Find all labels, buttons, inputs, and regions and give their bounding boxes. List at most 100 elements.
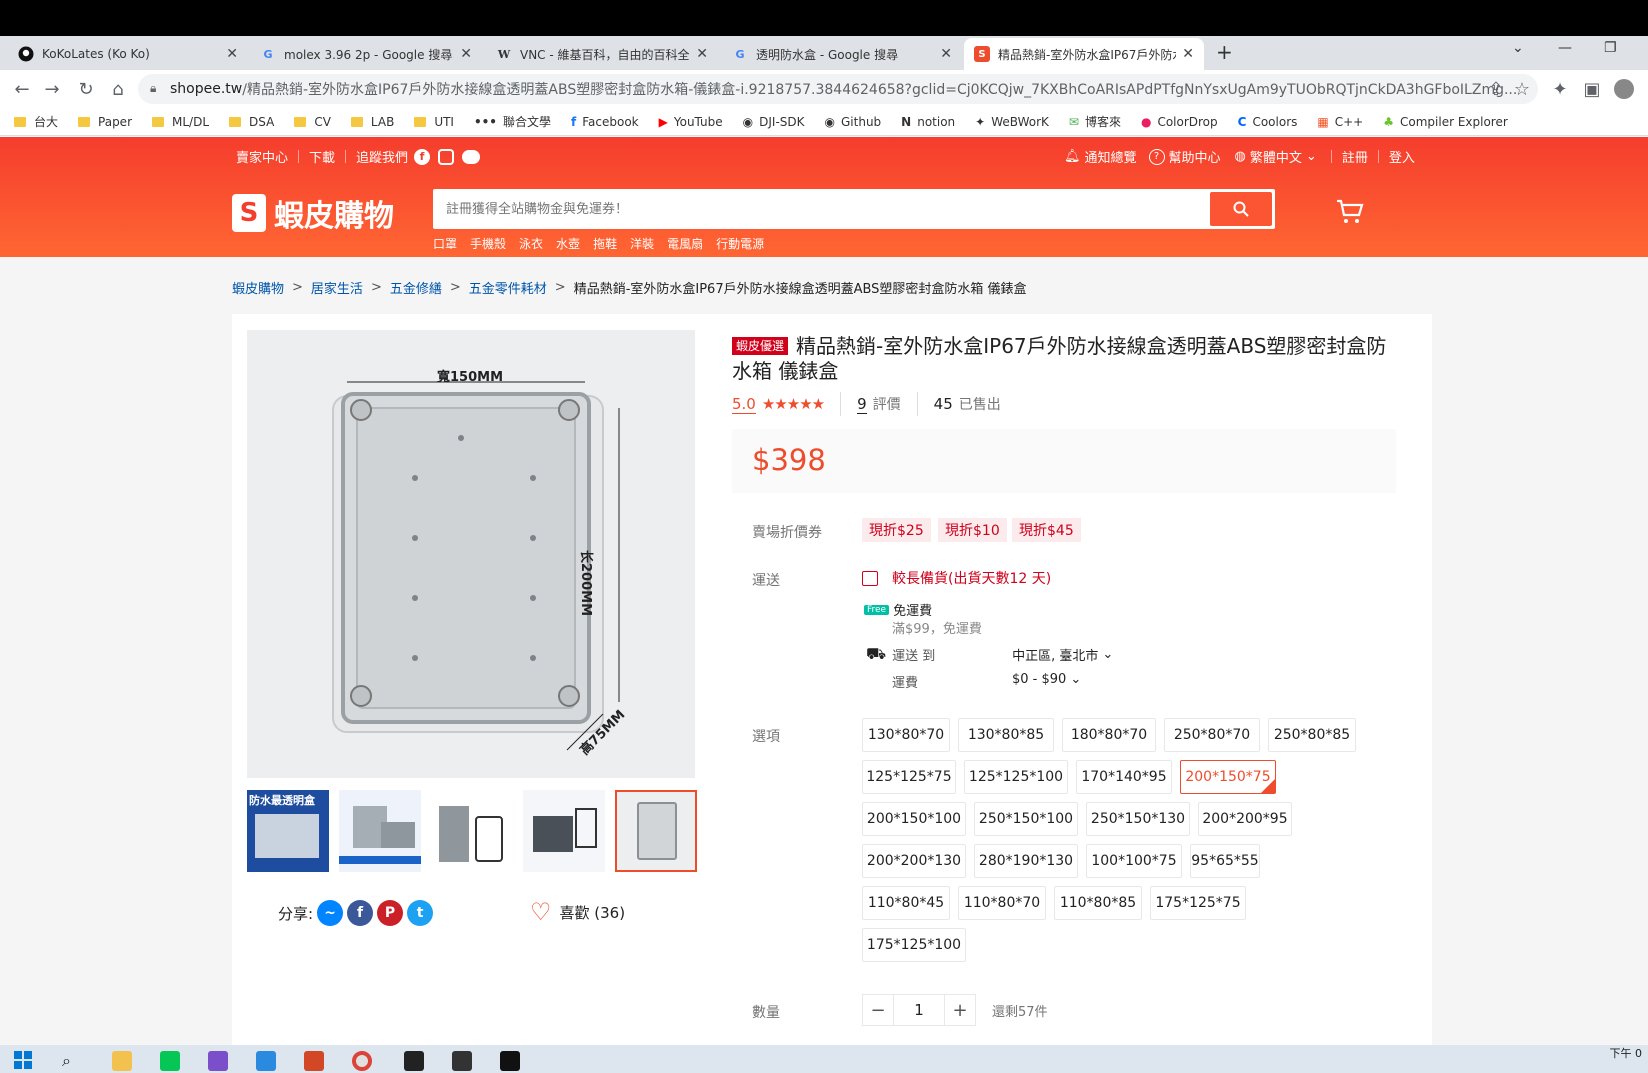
register-link[interactable]: 註冊 — [1342, 147, 1368, 166]
option-chip[interactable]: 180*80*70 — [1062, 718, 1156, 752]
tab-search-icon[interactable]: ⌄ — [1512, 40, 1524, 56]
thumbnail-selected[interactable] — [615, 790, 697, 872]
pycharm-icon[interactable] — [404, 1051, 424, 1071]
bookmark-link[interactable]: ♣ Compiler Explorer — [1383, 115, 1508, 129]
increment-button[interactable]: + — [944, 994, 976, 1026]
close-icon[interactable]: ✕ — [226, 46, 238, 62]
option-chip[interactable]: 95*65*55 — [1190, 844, 1260, 878]
new-tab-button[interactable]: + — [1216, 40, 1233, 64]
visual-studio-icon[interactable] — [208, 1051, 228, 1071]
option-chip[interactable]: 130*80*70 — [862, 718, 950, 752]
option-chip[interactable]: 100*100*75 — [1086, 844, 1182, 878]
tab-google-molex[interactable]: G molex 3.96 2p - Google 搜尋 ✕ — [250, 38, 482, 70]
hot-keyword-link[interactable]: 水壺 — [556, 235, 580, 252]
facebook-icon[interactable]: f — [347, 900, 374, 926]
option-chip[interactable]: 200*200*95 — [1198, 802, 1292, 836]
shopee-logo[interactable]: S 蝦皮購物 — [232, 191, 394, 235]
bookmark-link[interactable]: C Coolors — [1238, 115, 1298, 129]
vscode-icon[interactable] — [256, 1051, 276, 1071]
bookmark-folder[interactable]: ML/DL — [152, 115, 209, 129]
quantity-input[interactable]: 1 — [894, 994, 944, 1026]
tab-github[interactable]: KoKoLates (Ko Ko) ✕ — [8, 38, 248, 70]
close-icon[interactable]: ✕ — [696, 46, 708, 62]
bookmark-link[interactable]: ▶ YouTube — [659, 115, 723, 129]
url-bar[interactable]: 🔒︎ shopee.tw/精品熱銷-室外防水盒IP67戶外防水接線盒透明蓋ABS… — [138, 74, 1538, 104]
messenger-icon[interactable]: ~ — [317, 900, 344, 926]
pinterest-icon[interactable]: P — [377, 900, 404, 926]
download-link[interactable]: 下載 — [309, 147, 335, 166]
option-chip[interactable]: 175*125*100 — [862, 928, 966, 962]
bookmark-folder[interactable]: 台大 — [14, 113, 58, 130]
option-chip[interactable]: 170*140*95 — [1076, 760, 1172, 794]
option-chip[interactable]: 130*80*85 — [958, 718, 1054, 752]
option-chip[interactable]: 250*80*70 — [1164, 718, 1260, 752]
search-input[interactable] — [436, 192, 1196, 226]
side-panel-icon[interactable]: ▣ — [1580, 77, 1604, 101]
voucher-chip[interactable]: 現折$45 — [1012, 518, 1081, 542]
option-chip[interactable]: 250*80*85 — [1268, 718, 1356, 752]
terminal-icon[interactable] — [500, 1051, 520, 1071]
tab-google-box[interactable]: G 透明防水盒 - Google 搜尋 ✕ — [722, 38, 962, 70]
tab-wikipedia[interactable]: W VNC - 維基百科，自由的百科全書 ✕ — [486, 38, 718, 70]
hot-keyword-link[interactable]: 口罩 — [433, 235, 457, 252]
option-chip[interactable]: 280*190*130 — [974, 844, 1078, 878]
thumbnail[interactable] — [523, 790, 605, 872]
option-chip[interactable]: 125*125*75 — [862, 760, 956, 794]
search-icon[interactable]: ⌕ — [62, 1051, 82, 1071]
line-icon[interactable] — [462, 149, 481, 164]
bookmark-link[interactable]: ● ColorDrop — [1141, 115, 1218, 129]
bookmark-folder[interactable]: LAB — [350, 115, 394, 129]
search-button[interactable] — [1210, 192, 1272, 226]
breadcrumb-leaf-category[interactable]: 五金零件耗材 — [469, 278, 547, 297]
restore-icon[interactable]: ❐ — [1604, 40, 1617, 56]
powerpoint-icon[interactable] — [304, 1051, 324, 1071]
forward-icon[interactable]: → — [40, 77, 64, 101]
rating-score[interactable]: 5.0 — [732, 395, 756, 414]
hot-keyword-link[interactable]: 泳衣 — [519, 235, 543, 252]
bookmark-folder[interactable]: DSA — [229, 115, 274, 129]
reload-icon[interactable]: ↻ — [74, 77, 98, 101]
thumbnail[interactable]: 防水最透明盒 — [247, 790, 329, 872]
bookmark-link[interactable]: ✉ 博客來 — [1069, 113, 1121, 130]
bookmark-folder[interactable]: CV — [294, 115, 331, 129]
voucher-chip[interactable]: 現折$10 — [938, 518, 1007, 542]
product-main-image[interactable]: 寬150MM 长200MM 高75MM — [247, 330, 695, 778]
minimize-icon[interactable]: — — [1558, 40, 1572, 56]
language-selector[interactable]: 繁體中文 — [1250, 147, 1302, 166]
hot-keyword-link[interactable]: 拖鞋 — [593, 235, 617, 252]
reviews-count[interactable]: 9 — [857, 395, 867, 414]
bookmark-link[interactable]: ••• 聯合文學 — [474, 113, 551, 130]
help-center-link[interactable]: 幫助中心 — [1169, 147, 1221, 166]
instagram-icon[interactable] — [438, 148, 455, 165]
hot-keyword-link[interactable]: 洋裝 — [630, 235, 654, 252]
close-icon[interactable]: ✕ — [1182, 46, 1194, 62]
file-explorer-icon[interactable] — [112, 1051, 132, 1071]
option-chip-selected[interactable]: 200*150*75 — [1180, 760, 1276, 794]
option-chip[interactable]: 110*80*45 — [862, 886, 950, 920]
share-page-icon[interactable]: ⇪ — [1484, 77, 1508, 101]
bookmark-folder[interactable]: UTI — [414, 115, 454, 129]
back-icon[interactable]: ← — [10, 77, 34, 101]
bookmark-link[interactable]: Nnotion — [901, 115, 955, 129]
ship-to-selector[interactable]: 中正區, 臺北市 — [1012, 645, 1098, 664]
bookmark-link[interactable]: ▦ C++ — [1317, 115, 1363, 129]
decrement-button[interactable]: − — [862, 994, 894, 1026]
option-chip[interactable]: 110*80*85 — [1054, 886, 1142, 920]
bookmark-link[interactable]: ◉ DJI-SDK — [743, 115, 805, 129]
option-chip[interactable]: 250*150*130 — [1086, 802, 1190, 836]
bookmark-star-icon[interactable]: ☆ — [1510, 77, 1534, 101]
like-button[interactable]: ♡ 喜歡 (36) — [530, 898, 625, 926]
breadcrumb-subcategory[interactable]: 五金修繕 — [390, 278, 442, 297]
option-chip[interactable]: 200*200*130 — [862, 844, 966, 878]
bookmark-link[interactable]: f Facebook — [571, 115, 639, 129]
breadcrumb-home[interactable]: 蝦皮購物 — [232, 278, 284, 297]
chrome-icon[interactable] — [352, 1051, 372, 1071]
facebook-icon[interactable]: f — [414, 148, 431, 165]
option-chip[interactable]: 200*150*100 — [862, 802, 966, 836]
breadcrumb-category[interactable]: 居家生活 — [311, 278, 363, 297]
option-chip[interactable]: 175*125*75 — [1150, 886, 1246, 920]
hot-keyword-link[interactable]: 手機殼 — [470, 235, 506, 252]
seller-center-link[interactable]: 賣家中心 — [236, 147, 288, 166]
close-icon[interactable]: ✕ — [460, 46, 472, 62]
thumbnail[interactable] — [339, 790, 421, 872]
